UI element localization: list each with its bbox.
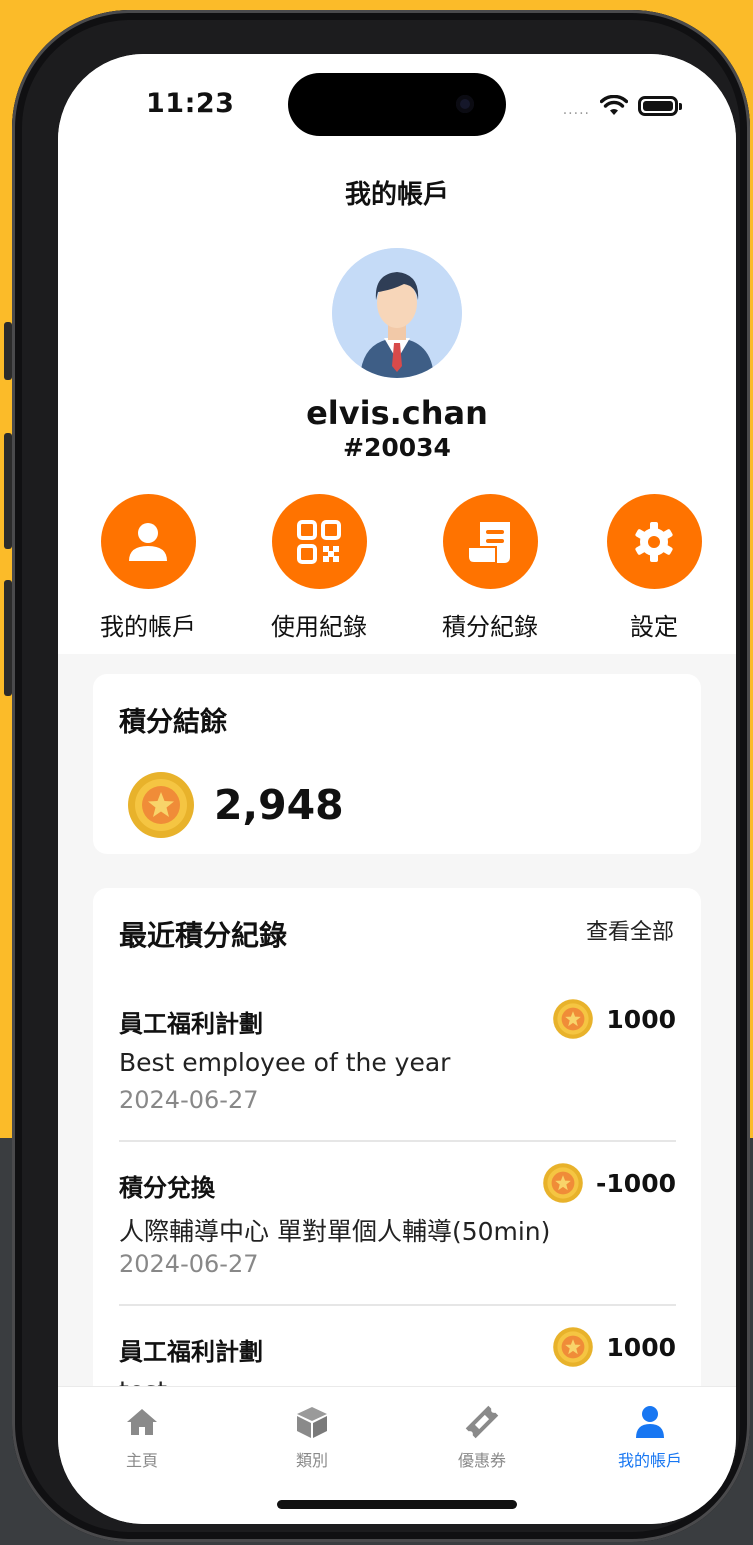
- record-points-value: 1000: [606, 1004, 676, 1034]
- action-settings[interactable]: 設定: [584, 494, 724, 642]
- camera-icon: [456, 95, 474, 113]
- action-circle: [271, 494, 367, 589]
- action-circle: [606, 494, 702, 589]
- record-points: -1000: [542, 1162, 676, 1204]
- coin-icon: [128, 772, 194, 838]
- tab-label: 主頁: [125, 1451, 158, 1470]
- record-description: Best employee of the year: [119, 1048, 451, 1077]
- list-item[interactable]: 積分兌換 -1000 人際輔導中心 單對單個人輔導(50min) 2024-06…: [119, 1163, 676, 1332]
- quick-actions: 我的帳戶 使用紀錄 積分紀錄 設定: [58, 494, 736, 644]
- avatar-person-icon: [332, 248, 462, 378]
- silent-switch: [4, 322, 12, 380]
- signal-icon: .....: [562, 102, 590, 118]
- action-usage-history[interactable]: 使用紀錄: [249, 494, 389, 642]
- dynamic-island: [288, 73, 506, 136]
- phone-frame: 11:23 ..... 我的帳戶 elvis.chan #20034 我的帳戶 …: [12, 10, 750, 1542]
- list-item[interactable]: 員工福利計劃 1000 Best employee of the year 20…: [119, 999, 676, 1168]
- user-id: #20034: [343, 433, 451, 462]
- action-circle: [100, 494, 196, 589]
- action-label: 設定: [630, 613, 678, 641]
- record-points: 1000: [552, 1326, 676, 1368]
- home-icon: [127, 1409, 157, 1435]
- avatar[interactable]: [332, 248, 462, 378]
- record-name: 員工福利計劃: [119, 1338, 263, 1366]
- home-indicator[interactable]: [277, 1500, 517, 1509]
- phone-screen: 11:23 ..... 我的帳戶 elvis.chan #20034 我的帳戶 …: [58, 54, 736, 1524]
- balance-row: 2,948: [126, 770, 344, 840]
- user-icon: [129, 522, 167, 561]
- page-title: 我的帳戶: [344, 180, 449, 210]
- tab-label: 優惠券: [457, 1451, 506, 1470]
- volume-down-button: [4, 580, 12, 696]
- gear-icon: [635, 521, 673, 562]
- records-title: 最近積分紀錄: [119, 919, 288, 952]
- qr-code-icon: [297, 519, 341, 564]
- box-icon: [297, 1407, 327, 1438]
- tab-categories[interactable]: 類別: [252, 1403, 372, 1471]
- record-date: 2024-06-27: [119, 1250, 259, 1278]
- balance-value: 2,948: [214, 781, 344, 829]
- status-indicators: .....: [562, 94, 682, 118]
- action-my-account[interactable]: 我的帳戶: [78, 494, 218, 642]
- coin-icon: [553, 999, 594, 1039]
- record-date: 2024-06-27: [119, 1086, 259, 1114]
- tab-label: 類別: [295, 1451, 328, 1470]
- tab-home[interactable]: 主頁: [82, 1403, 202, 1471]
- record-points-value: -1000: [596, 1168, 676, 1198]
- tab-label: 我的帳戶: [617, 1451, 682, 1470]
- points-balance-card: 積分結餘 2,948: [93, 674, 701, 854]
- record-description: 人際輔導中心 單對單個人輔導(50min): [119, 1217, 551, 1246]
- ticket-icon: [465, 1405, 499, 1439]
- action-points-history[interactable]: 積分紀錄: [420, 494, 560, 642]
- action-label: 我的帳戶: [100, 613, 196, 641]
- record-name: 員工福利計劃: [119, 1010, 263, 1038]
- battery-icon: [638, 96, 682, 116]
- status-time: 11:23: [146, 88, 235, 119]
- action-label: 積分紀錄: [442, 613, 538, 641]
- wifi-icon: [600, 95, 628, 115]
- tab-my-account[interactable]: 我的帳戶: [590, 1403, 710, 1471]
- record-points: 1000: [552, 998, 676, 1040]
- balance-title: 積分結餘: [119, 707, 227, 738]
- view-all-link[interactable]: 查看全部: [586, 914, 674, 946]
- receipt-icon: [467, 521, 510, 564]
- user-icon: [636, 1406, 664, 1438]
- volume-up-button: [4, 433, 12, 549]
- coin-icon: [553, 1327, 594, 1367]
- record-name: 積分兌換: [119, 1174, 215, 1202]
- username: elvis.chan: [306, 394, 488, 432]
- tab-coupons[interactable]: 優惠券: [422, 1403, 542, 1471]
- action-label: 使用紀錄: [271, 613, 367, 641]
- action-circle: [442, 494, 538, 589]
- record-points-value: 1000: [606, 1332, 676, 1362]
- coin-icon: [543, 1163, 583, 1203]
